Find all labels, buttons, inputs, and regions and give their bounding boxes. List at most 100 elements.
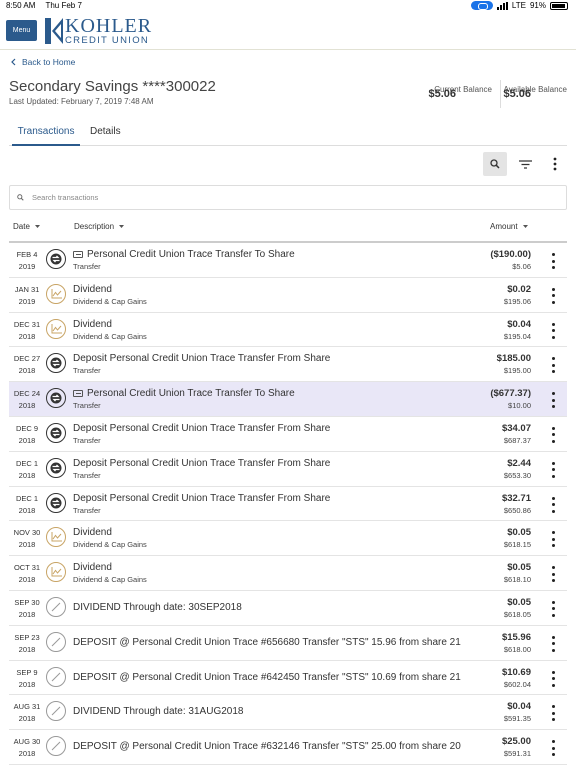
- transaction-month-day: DEC 1: [15, 458, 39, 468]
- transaction-row[interactable]: OCT 31 2018 Dividend Dividend & Cap Gains $0…: [9, 556, 567, 591]
- row-more-icon[interactable]: [549, 253, 557, 269]
- row-more-icon[interactable]: [549, 635, 557, 652]
- transaction-running-balance: $618.00: [503, 644, 531, 654]
- transfer-icon[interactable]: [46, 422, 66, 443]
- available-balance-value: $5.06: [503, 88, 531, 100]
- transaction-title: Dividend: [73, 527, 112, 539]
- uncategorized-icon[interactable]: [46, 596, 66, 617]
- sort-date-header[interactable]: Date: [13, 222, 40, 231]
- transaction-year: 2018: [18, 540, 36, 550]
- row-more-icon[interactable]: [549, 357, 557, 374]
- row-more-icon[interactable]: [549, 392, 557, 409]
- uncategorized-icon[interactable]: [46, 736, 66, 757]
- transaction-row[interactable]: SEP 23 2018 DEPOSIT @ Personal Credit Unio…: [9, 626, 567, 661]
- transaction-row[interactable]: SEP 30 2018 DIVIDEND Through date: 30SEP20…: [9, 591, 567, 626]
- dividend-icon[interactable]: [46, 562, 66, 583]
- transaction-description: Dividend Dividend & Cap Gains: [73, 527, 478, 549]
- row-more-icon[interactable]: [549, 322, 557, 339]
- uncategorized-icon[interactable]: [46, 701, 66, 722]
- transaction-running-balance: $195.00: [503, 366, 531, 376]
- more-options-button[interactable]: [543, 152, 567, 176]
- transaction-row[interactable]: DEC 24 2018 Personal Credit Union Trace Tr…: [9, 382, 567, 417]
- tab-details[interactable]: Details: [90, 126, 121, 146]
- sort-amount-header[interactable]: Amount: [490, 222, 528, 231]
- menu-button[interactable]: Menu: [6, 20, 37, 41]
- transaction-category: Dividend & Cap Gains: [73, 296, 147, 306]
- transfer-icon[interactable]: [46, 249, 66, 269]
- transaction-month-day: NOV 30: [13, 528, 41, 538]
- dividend-icon[interactable]: [46, 527, 66, 548]
- transaction-row[interactable]: JAN 31 2019 Dividend Dividend & Cap Gains $0…: [9, 278, 567, 313]
- row-more-icon[interactable]: [549, 740, 557, 757]
- transaction-month-day: AUG 31: [13, 702, 41, 712]
- transaction-amount: $2.44 $653.30: [504, 458, 531, 480]
- transaction-year: 2018: [18, 331, 36, 341]
- transaction-amount-value: $2.44: [507, 457, 531, 469]
- transaction-title: Dividend: [73, 562, 112, 574]
- transaction-row[interactable]: NOV 30 2018 Dividend Dividend & Cap Gains $0…: [9, 521, 567, 557]
- sort-description-header[interactable]: Description: [74, 222, 125, 231]
- transaction-running-balance: $650.86: [503, 505, 531, 515]
- brand-subtitle: CREDIT UNION: [65, 35, 150, 46]
- status-day: Thu Feb 7: [45, 1, 82, 10]
- row-more-icon[interactable]: [549, 705, 557, 722]
- transfer-icon[interactable]: [46, 492, 66, 513]
- transaction-month-day: DEC 9: [15, 423, 39, 433]
- transaction-month-day: DEC 27: [13, 354, 41, 364]
- row-more-icon[interactable]: [549, 566, 557, 583]
- brand-logo[interactable]: KOHLER CREDIT UNION: [45, 16, 152, 46]
- transaction-row[interactable]: DEC 31 2018 Dividend Dividend & Cap Gains $0…: [9, 313, 567, 348]
- transaction-amount-value: $15.96: [501, 631, 531, 643]
- transaction-row[interactable]: DEC 27 2018 Deposit Personal Credit Union …: [9, 347, 567, 383]
- transaction-date: AUG 30 2018: [12, 736, 42, 760]
- transaction-amount-value: $34.07: [501, 422, 531, 434]
- dividend-icon[interactable]: [46, 318, 66, 339]
- search-icon: [490, 159, 500, 169]
- row-more-icon[interactable]: [549, 426, 557, 443]
- row-more-icon[interactable]: [549, 287, 557, 304]
- row-more-icon[interactable]: [549, 496, 557, 513]
- row-more-icon[interactable]: [549, 531, 557, 548]
- transaction-title: Personal Credit Union Trace Transfer To …: [87, 388, 295, 400]
- transaction-amount-value: ($677.37): [490, 388, 531, 400]
- transaction-row[interactable]: SEP 9 2018 DEPOSIT @ Personal Credit Union…: [9, 661, 567, 696]
- account-tabs: Transactions Details: [9, 122, 567, 146]
- transaction-date: FEB 4 2019: [12, 249, 42, 273]
- transfer-icon[interactable]: [46, 457, 66, 478]
- transaction-row[interactable]: DEC 1 2018 Deposit Personal Credit Union T…: [9, 452, 567, 487]
- row-more-icon[interactable]: [549, 600, 557, 617]
- filter-icon: [518, 159, 532, 169]
- uncategorized-icon[interactable]: [46, 631, 66, 652]
- uncategorized-icon[interactable]: [46, 666, 66, 687]
- transaction-title: Deposit Personal Credit Union Trace Tran…: [73, 422, 331, 434]
- transaction-description: DEPOSIT @ Personal Credit Union Trace #6…: [73, 741, 478, 752]
- transaction-row[interactable]: AUG 31 2018 DIVIDEND Through date: 31AUG20…: [9, 695, 567, 731]
- transaction-row[interactable]: DEC 1 2018 Deposit Personal Credit Union T…: [9, 487, 567, 522]
- transaction-row[interactable]: AUG 30 2018 DEPOSIT @ Personal Credit Unio…: [9, 730, 567, 765]
- top-bar: Menu KOHLER CREDIT UNION: [0, 12, 576, 50]
- transfer-icon[interactable]: [46, 388, 66, 409]
- search-input[interactable]: [32, 193, 532, 202]
- row-more-icon[interactable]: [549, 670, 557, 687]
- transaction-category: Transfer: [73, 505, 101, 515]
- transaction-amount: $0.05 $618.10: [504, 562, 531, 584]
- transaction-year: 2018: [18, 749, 36, 759]
- transaction-running-balance: $602.04: [503, 679, 531, 689]
- transaction-title: DIVIDEND Through date: 30SEP2018: [73, 601, 242, 613]
- transaction-amount: $34.07 $687.37: [502, 423, 531, 445]
- transaction-running-balance: $618.05: [503, 609, 531, 619]
- row-more-icon[interactable]: [549, 461, 557, 478]
- transaction-amount-value: $185.00: [496, 353, 531, 365]
- tab-transactions[interactable]: Transactions: [12, 126, 80, 146]
- dividend-icon[interactable]: [46, 283, 66, 304]
- transaction-date: DEC 31 2018: [12, 319, 42, 343]
- search-toggle-button[interactable]: [483, 152, 507, 176]
- filter-button[interactable]: [513, 152, 537, 176]
- transfer-icon[interactable]: [46, 353, 66, 374]
- transaction-row[interactable]: FEB 4 2019 Personal Credit Union Trace Tra…: [9, 243, 567, 278]
- search-field[interactable]: [9, 185, 567, 210]
- transaction-row[interactable]: DEC 9 2018 Deposit Personal Credit Union T…: [9, 417, 567, 452]
- back-link[interactable]: Back to Home: [11, 57, 75, 67]
- transaction-category: Transfer: [73, 262, 101, 271]
- page-title: Secondary Savings ****300022: [9, 78, 216, 95]
